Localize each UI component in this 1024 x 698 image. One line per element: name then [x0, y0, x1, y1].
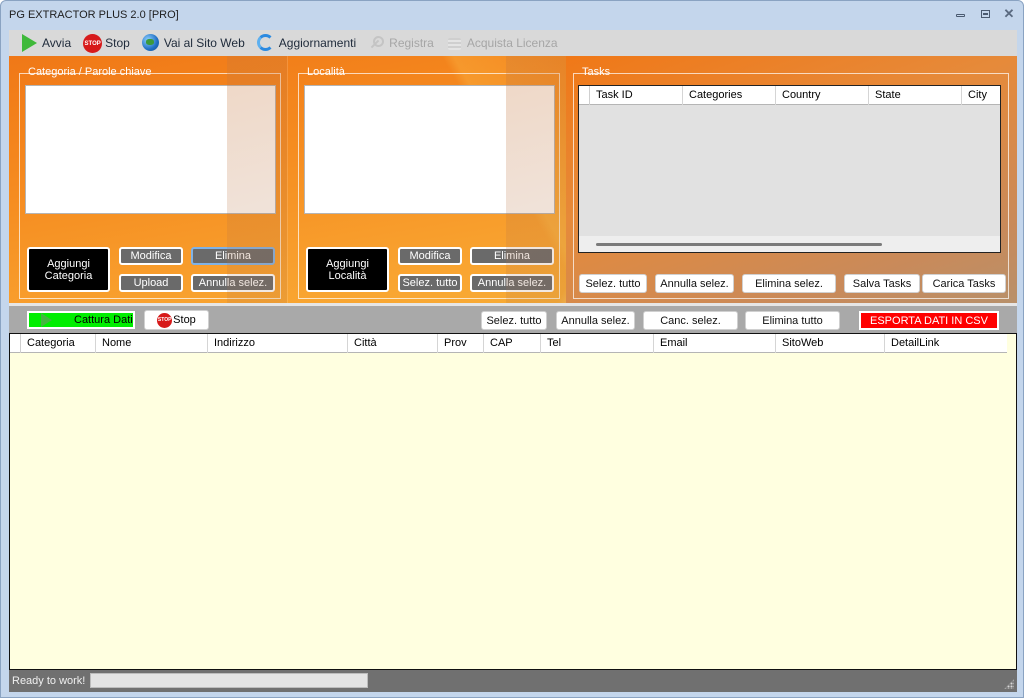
column-header[interactable]: Città — [348, 334, 438, 353]
locations-section: Località Aggiungi Località Modifica Elimi… — [287, 56, 566, 303]
deselect-tasks-button[interactable]: Annulla selez. — [655, 274, 734, 293]
add-location-line2: Località — [328, 269, 367, 282]
tasks-section: Tasks Task ID Categories Country State C… — [566, 56, 1017, 303]
add-location-button[interactable]: Aggiungi Località — [306, 247, 389, 292]
window-title: PG EXTRACTOR PLUS 2.0 [PRO] — [9, 9, 179, 21]
add-category-line1: Aggiungi — [47, 257, 90, 270]
title-bar: PG EXTRACTOR PLUS 2.0 [PRO] ✕ — [1, 1, 1023, 29]
column-header[interactable]: State — [869, 86, 962, 105]
website-label: Vai al Sito Web — [163, 36, 245, 50]
key-icon — [368, 35, 385, 52]
website-button[interactable]: Vai al Sito Web — [137, 32, 250, 54]
column-header[interactable]: CAP — [484, 334, 541, 353]
save-tasks-button[interactable]: Salva Tasks — [844, 274, 920, 293]
select-all-results-button[interactable]: Selez. tutto — [481, 311, 547, 330]
input-panel: Categoria / Parole chiave Aggiungi Catego… — [9, 56, 1017, 303]
delete-category-button[interactable]: Elimina — [191, 247, 275, 265]
column-header[interactable]: Tel — [541, 334, 654, 353]
start-button[interactable]: Avvia — [15, 32, 76, 54]
close-icon: ✕ — [1003, 6, 1015, 21]
maximize-button[interactable] — [977, 7, 993, 21]
updates-label: Aggiornamenti — [278, 36, 357, 50]
tasks-grid[interactable]: Task ID Categories Country State City — [578, 85, 1001, 253]
maximize-icon — [980, 10, 990, 18]
column-header[interactable]: Prov — [438, 334, 484, 353]
stop-icon: STOP — [157, 312, 173, 328]
upload-category-button[interactable]: Upload — [119, 274, 183, 292]
categories-legend: Categoria / Parole chiave — [28, 66, 152, 78]
locations-legend: Località — [307, 66, 345, 78]
categories-listbox[interactable] — [25, 85, 276, 214]
add-category-line2: Categoria — [44, 269, 93, 282]
deselect-category-button[interactable]: Annulla selez. — [191, 274, 275, 292]
updates-button[interactable]: Aggiornamenti — [252, 32, 361, 54]
start-label: Avvia — [42, 36, 72, 50]
play-icon — [41, 313, 52, 327]
add-location-label: Aggiungi Località — [326, 258, 369, 282]
stop-button[interactable]: STOP Stop — [78, 32, 135, 54]
delete-all-button[interactable]: Elimina tutto — [745, 311, 840, 330]
deselect-location-button[interactable]: Annulla selez. — [470, 274, 554, 292]
capture-data-label: Cattura Dati — [74, 314, 133, 326]
stop-capture-label: Stop — [173, 314, 196, 326]
status-bar: Ready to work! — [9, 670, 1017, 692]
coins-icon — [446, 35, 463, 52]
results-grid-header: Categoria Nome Indirizzo Città Prov CAP … — [10, 334, 1007, 353]
minimize-button[interactable] — [952, 7, 968, 21]
row-header-corner — [10, 334, 21, 353]
column-header[interactable]: DetailLink — [885, 334, 1005, 353]
status-text: Ready to work! — [12, 675, 86, 687]
categories-section: Categoria / Parole chiave Aggiungi Catego… — [9, 56, 287, 303]
column-header[interactable]: Indirizzo — [208, 334, 348, 353]
column-header[interactable]: Country — [776, 86, 869, 105]
progress-bar — [90, 673, 368, 688]
column-header[interactable]: SitoWeb — [776, 334, 885, 353]
edit-location-button[interactable]: Modifica — [398, 247, 462, 265]
minimize-icon — [955, 14, 965, 17]
locations-listbox[interactable] — [304, 85, 555, 214]
register-label: Registra — [389, 36, 434, 50]
delete-location-button[interactable]: Elimina — [470, 247, 554, 265]
add-location-line1: Aggiungi — [326, 257, 369, 270]
select-all-locations-button[interactable]: Selez. tutto — [398, 274, 462, 292]
deselect-results-button[interactable]: Annulla selez. — [556, 311, 635, 330]
stop-icon: STOP — [83, 34, 103, 53]
add-category-label: Aggiungi Categoria — [45, 258, 93, 282]
buy-license-label: Acquista Licenza — [466, 36, 558, 50]
resize-grip-icon[interactable] — [1004, 679, 1014, 689]
add-category-button[interactable]: Aggiungi Categoria — [27, 247, 110, 292]
load-tasks-button[interactable]: Carica Tasks — [922, 274, 1006, 293]
edit-category-button[interactable]: Modifica — [119, 247, 183, 265]
toolbar: Avvia STOP Stop Vai al Sito Web Aggiorna… — [9, 30, 1017, 56]
action-bar: Cattura Dati STOP Stop Selez. tutto Annu… — [9, 303, 1017, 333]
row-header-corner — [579, 86, 590, 105]
results-grid[interactable]: Categoria Nome Indirizzo Città Prov CAP … — [9, 333, 1017, 670]
stop-label: Stop — [105, 36, 130, 50]
play-icon — [20, 34, 38, 52]
close-button[interactable]: ✕ — [1001, 6, 1017, 21]
tasks-horizontal-scrollbar[interactable] — [579, 236, 1000, 252]
select-all-tasks-button[interactable]: Selez. tutto — [579, 274, 647, 293]
column-header[interactable]: Task ID — [590, 86, 683, 105]
column-header[interactable]: Categories — [683, 86, 776, 105]
register-button[interactable]: Registra — [363, 32, 439, 54]
tasks-grid-header: Task ID Categories Country State City — [579, 86, 1000, 105]
globe-icon — [141, 34, 160, 52]
column-header[interactable]: Nome — [96, 334, 208, 353]
capture-data-button[interactable]: Cattura Dati — [27, 311, 135, 329]
refresh-icon — [256, 34, 275, 52]
column-header[interactable]: Email — [654, 334, 776, 353]
column-header[interactable]: City — [962, 86, 1000, 105]
export-csv-button[interactable]: ESPORTA DATI IN CSV — [859, 311, 999, 330]
buy-license-button[interactable]: Acquista Licenza — [441, 32, 563, 54]
app-window: PG EXTRACTOR PLUS 2.0 [PRO] ✕ Avvia STOP… — [0, 0, 1024, 698]
delete-selected-tasks-button[interactable]: Elimina selez. — [742, 274, 836, 293]
stop-capture-button[interactable]: STOP Stop — [144, 310, 209, 330]
tasks-legend: Tasks — [582, 66, 611, 78]
cancel-selected-button[interactable]: Canc. selez. — [643, 311, 738, 330]
column-header[interactable]: Categoria — [21, 334, 96, 353]
scrollbar-thumb[interactable] — [596, 243, 882, 246]
